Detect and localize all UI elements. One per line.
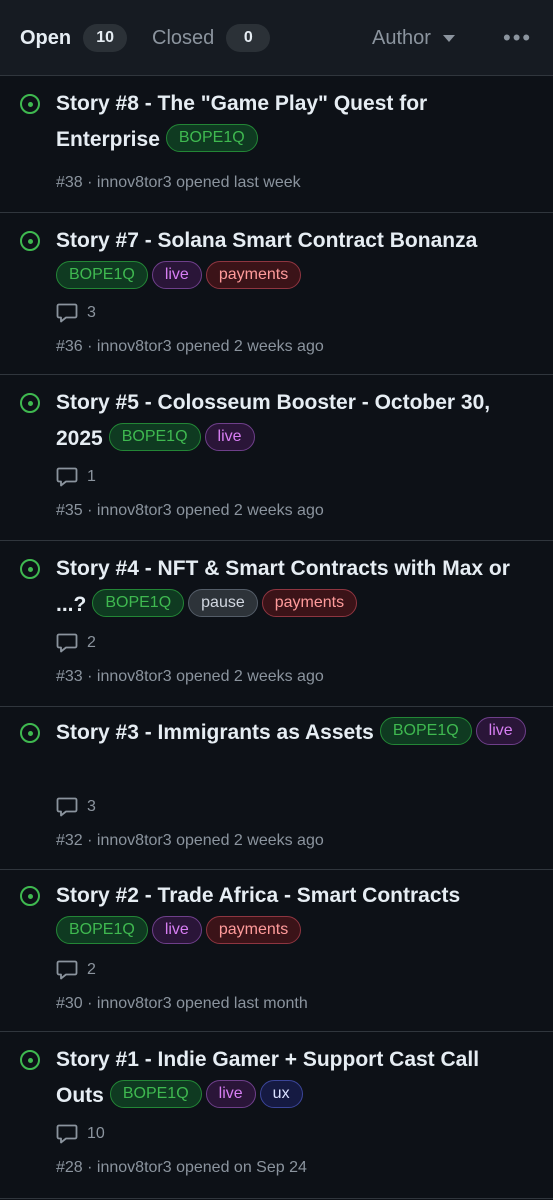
issue-row[interactable]: Story #2 - Trade Africa - Smart Contract…: [0, 870, 553, 1032]
comment-icon: [56, 797, 78, 817]
issue-row[interactable]: Story #1 - Indie Gamer + Support Cast Ca…: [0, 1032, 553, 1199]
issue-label-bope1q[interactable]: BOPE1Q: [56, 261, 148, 290]
issue-row[interactable]: Story #3 - Immigrants as Assets BOPE1Q liv…: [0, 707, 553, 870]
issue-label-bope1q[interactable]: BOPE1Q: [108, 423, 201, 452]
issue-list: Story #8 - The "Game Play" Quest for Ent…: [0, 76, 553, 1199]
issue-opened-icon: [20, 393, 40, 413]
comment-icon: [56, 960, 78, 980]
issue-label-payments[interactable]: payments: [205, 261, 302, 290]
issue-row[interactable]: Story #8 - The "Game Play" Quest for Ent…: [0, 76, 553, 213]
comment-icon: [56, 633, 78, 653]
issue-meta: #36 · innov8tor3 opened 2 weeks ago: [56, 338, 324, 355]
issue-meta: #30 · innov8tor3 opened last month: [56, 995, 308, 1012]
issue-title-block: Story #5 - Colosseum Booster - October 3…: [56, 385, 536, 457]
issue-row[interactable]: Story #7 - Solana Smart Contract Bonanza…: [0, 213, 553, 375]
issue-title-block: Story #8 - The "Game Play" Quest for Ent…: [56, 86, 536, 158]
issue-label-payments[interactable]: payments: [205, 916, 302, 945]
comment-count-link[interactable]: 10: [56, 1122, 105, 1146]
issue-label-live[interactable]: live: [475, 717, 526, 746]
issue-meta: #35 · innov8tor3 opened 2 weeks ago: [56, 502, 324, 519]
comment-count: 2: [87, 634, 96, 651]
comment-icon: [56, 467, 78, 487]
issue-title-block: Story #1 - Indie Gamer + Support Cast Ca…: [56, 1042, 536, 1114]
issue-opened-icon: [20, 559, 40, 579]
open-count-badge: 10: [83, 24, 128, 52]
issue-title-link[interactable]: Story #7 - Solana Smart Contract Bonanza: [56, 229, 477, 252]
issues-filter-bar: Open 10 Closed 0 Author •••: [0, 0, 553, 76]
issue-opened-icon: [20, 1050, 40, 1070]
comment-count: 1: [87, 468, 96, 485]
comment-icon: [56, 303, 78, 323]
issue-label-bope1q[interactable]: BOPE1Q: [379, 717, 472, 746]
issue-label-bope1q[interactable]: BOPE1Q: [165, 124, 258, 153]
issue-opened-icon: [20, 94, 40, 114]
issue-label-live[interactable]: live: [204, 423, 255, 452]
comment-count: 3: [87, 304, 96, 321]
issue-opened-icon: [20, 886, 40, 906]
issue-title-block: Story #2 - Trade Africa - Smart Contract…: [56, 878, 536, 950]
author-filter-button[interactable]: Author: [372, 0, 455, 76]
comment-count-link[interactable]: 2: [56, 958, 96, 982]
issue-opened-icon: [20, 723, 40, 743]
author-filter-label: Author: [372, 26, 431, 49]
issue-meta: #33 · innov8tor3 opened 2 weeks ago: [56, 668, 324, 685]
issue-label-bope1q[interactable]: BOPE1Q: [56, 916, 148, 945]
tab-closed-label: Closed: [152, 26, 215, 49]
issue-row[interactable]: Story #5 - Colosseum Booster - October 3…: [0, 375, 553, 541]
issue-opened-icon: [20, 231, 40, 251]
issue-title-link[interactable]: Story #3 - Immigrants as Assets: [56, 721, 374, 744]
issue-meta: #32 · innov8tor3 opened 2 weeks ago: [56, 832, 324, 849]
tab-open[interactable]: Open 10: [20, 0, 128, 76]
comment-count-link[interactable]: 1: [56, 465, 96, 489]
comment-count: 3: [87, 798, 96, 815]
issue-row[interactable]: Story #4 - NFT & Smart Contracts with Ma…: [0, 541, 553, 707]
issue-label-ux[interactable]: ux: [259, 1080, 303, 1109]
issue-meta: #38 · innov8tor3 opened last week: [56, 174, 301, 191]
issue-title-block: Story #4 - NFT & Smart Contracts with Ma…: [56, 551, 536, 623]
comment-count-link[interactable]: 2: [56, 631, 96, 655]
issue-label-pause[interactable]: pause: [188, 589, 258, 618]
comment-icon: [56, 1124, 78, 1144]
comment-count: 2: [87, 961, 96, 978]
issue-label-payments[interactable]: payments: [261, 589, 358, 618]
issue-label-live[interactable]: live: [205, 1080, 256, 1109]
tab-closed[interactable]: Closed 0: [152, 0, 271, 76]
issue-title-link[interactable]: Story #2 - Trade Africa - Smart Contract…: [56, 884, 460, 907]
tab-open-label: Open: [20, 26, 72, 49]
chevron-down-icon: [442, 34, 455, 42]
issue-label-live[interactable]: live: [151, 916, 202, 945]
issue-label-bope1q[interactable]: BOPE1Q: [109, 1080, 202, 1109]
comment-count-link[interactable]: 3: [56, 301, 96, 325]
issue-label-bope1q[interactable]: BOPE1Q: [92, 589, 185, 618]
comment-count-link[interactable]: 3: [56, 795, 96, 819]
issue-title-block: Story #3 - Immigrants as Assets BOPE1Q liv…: [56, 715, 536, 751]
more-options-button[interactable]: •••: [503, 0, 532, 76]
comment-count: 10: [87, 1125, 105, 1142]
issue-title-block: Story #7 - Solana Smart Contract Bonanza…: [56, 223, 536, 295]
closed-count-badge: 0: [226, 24, 271, 52]
issue-label-live[interactable]: live: [151, 261, 202, 290]
issue-meta: #28 · innov8tor3 opened on Sep 24: [56, 1159, 307, 1176]
kebab-horizontal-icon: •••: [503, 25, 533, 50]
